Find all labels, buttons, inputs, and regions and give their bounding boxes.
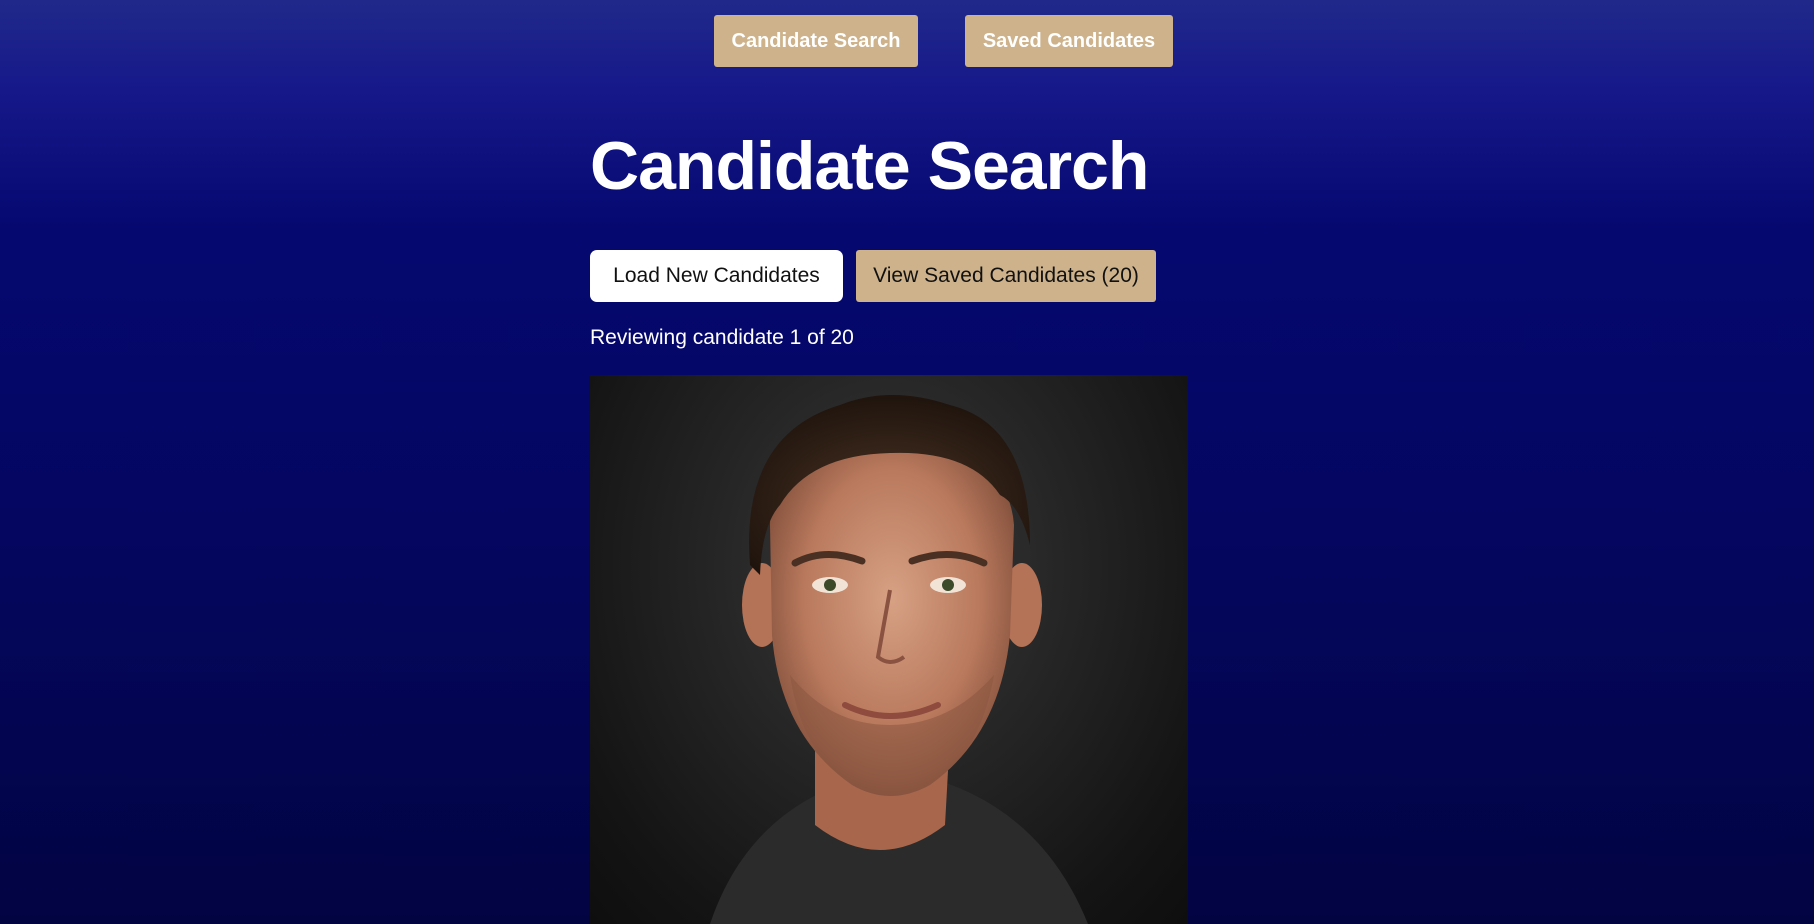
candidate-portrait-illustration (710, 395, 1088, 924)
view-saved-candidates-button[interactable]: View Saved Candidates (20) (856, 250, 1156, 302)
review-status: Reviewing candidate 1 of 20 (590, 326, 854, 349)
top-nav: Candidate Search Saved Candidates (0, 15, 1814, 67)
page-title: Candidate Search (590, 128, 1149, 204)
nav-saved-candidates-button[interactable]: Saved Candidates (965, 15, 1173, 67)
candidate-photo (590, 375, 1188, 924)
nav-candidate-search-button[interactable]: Candidate Search (714, 15, 918, 67)
load-new-candidates-button[interactable]: Load New Candidates (590, 250, 843, 302)
